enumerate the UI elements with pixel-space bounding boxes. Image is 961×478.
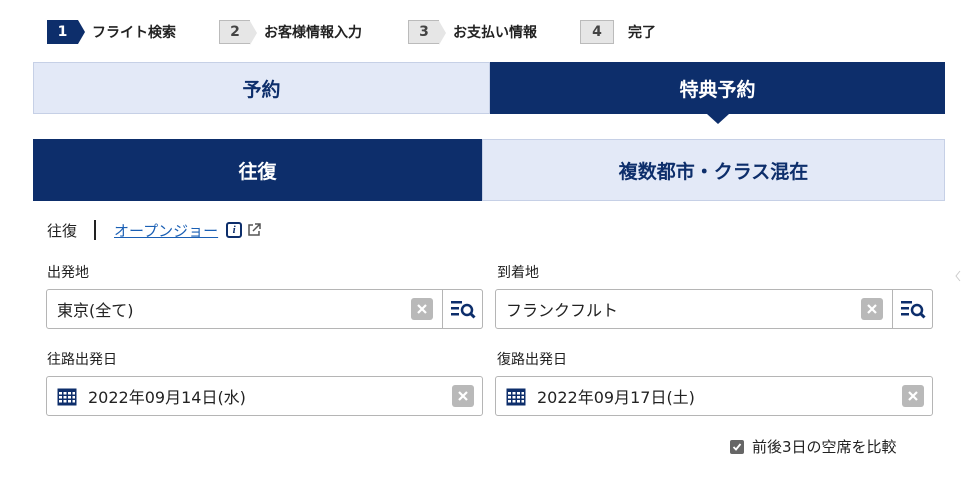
step-number: 2 [219,20,257,45]
list-search-icon[interactable] [442,289,483,329]
chevron-left-icon [955,270,961,282]
checkmark-icon [732,442,742,451]
return-date-label: 復路出発日 [497,352,567,368]
step-number: 3 [408,20,446,45]
step-label: 完了 [628,25,656,41]
outbound-date-label: 往路出発日 [47,352,117,368]
step-3: 3 お支払い情報 [408,19,537,45]
step-label: フライト検索 [92,25,176,41]
compare-checkbox[interactable] [730,439,744,454]
itinerary-subtype-row: 往復 オープンジョー i [47,218,261,242]
compare-label: 前後3日の空席を比較 [752,438,897,456]
tab-reservation[interactable]: 予約 [33,62,490,114]
step-2: 2 お客様情報入力 [219,19,362,45]
destination-value: フランクフルト [506,301,619,320]
clear-icon[interactable] [411,298,433,320]
return-date-field[interactable]: 2022年09月17日(土) [495,376,933,416]
step-number: 1 [47,20,85,44]
info-icon[interactable]: i [226,222,243,238]
tab-award-reservation[interactable]: 特典予約 [490,62,945,124]
booking-type-tabs: 予約 特典予約 [33,62,945,124]
step-4: 4 完了 [580,19,656,45]
divider [94,220,97,240]
trip-type-tabs: 往復 複数都市・クラス混在 [33,139,945,201]
step-label: お客様情報入力 [264,25,362,41]
step-1: 1 フライト検索 [47,19,176,45]
step-number: 4 [580,20,614,44]
destination-label: 到着地 [497,265,539,281]
progress-steps: 1 フライト検索 2 お客様情報入力 3 お支払い情報 4 完了 [47,19,747,45]
clear-icon[interactable] [861,298,883,320]
clear-icon[interactable] [902,385,924,407]
tab-multi-city[interactable]: 複数都市・クラス混在 [482,139,945,201]
tab-round-trip[interactable]: 往復 [33,139,482,201]
open-jaw-link[interactable]: オープンジョー [114,220,218,241]
list-search-icon[interactable] [892,289,933,329]
subtype-round-trip: 往復 [47,221,78,240]
compare-nearby-dates[interactable]: 前後3日の空席を比較 [730,436,897,457]
outbound-date-value: 2022年09月14日(水) [88,388,246,407]
return-date-value: 2022年09月17日(土) [537,388,695,407]
origin-value: 東京(全て) [57,301,134,320]
clear-icon[interactable] [452,385,474,407]
outbound-date-field[interactable]: 2022年09月14日(水) [46,376,483,416]
external-link-icon [248,223,261,236]
calendar-icon [57,388,77,406]
origin-field[interactable]: 東京(全て) [46,289,483,329]
step-label: お支払い情報 [453,25,537,41]
origin-label: 出発地 [47,265,89,281]
calendar-icon [506,388,526,406]
destination-field[interactable]: フランクフルト [495,289,933,329]
